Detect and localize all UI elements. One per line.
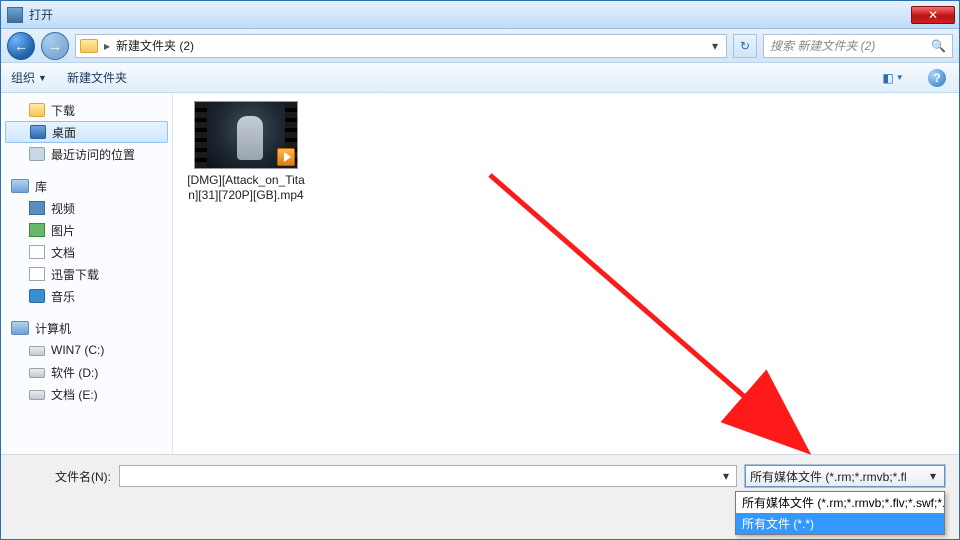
- body: 下载 桌面 最近访问的位置 库 视频 图片: [1, 93, 959, 454]
- breadcrumb-path[interactable]: 新建文件夹 (2): [116, 37, 194, 54]
- sidebar-item-label: 图片: [51, 222, 75, 239]
- new-folder-label: 新建文件夹: [67, 69, 127, 86]
- file-name: [DMG][Attack_on_Titan][31][720P][GB].mp4: [187, 173, 305, 203]
- sidebar-item-label: 桌面: [52, 124, 76, 141]
- forward-button[interactable]: →: [41, 32, 69, 60]
- sidebar-item-label: 软件 (D:): [51, 364, 98, 381]
- sidebar-item-drive-d[interactable]: 软件 (D:): [1, 361, 172, 383]
- organize-label: 组织: [11, 69, 35, 86]
- filename-input[interactable]: ▾: [119, 465, 737, 487]
- sidebar-item-recent[interactable]: 最近访问的位置: [1, 143, 172, 165]
- titlebar[interactable]: 打开 ✕: [1, 1, 959, 29]
- search-placeholder: 搜索 新建文件夹 (2): [770, 37, 875, 54]
- sidebar-item-label: 文档: [51, 244, 75, 261]
- sidebar-item-label: 最近访问的位置: [51, 146, 135, 163]
- sidebar: 下载 桌面 最近访问的位置 库 视频 图片: [1, 93, 173, 454]
- filetype-dropdown[interactable]: 所有媒体文件 (*.rm;*.rmvb;*.flv;*.swf;*. 所有文件 …: [735, 491, 945, 535]
- pictures-icon: [29, 223, 45, 237]
- window-title: 打开: [29, 6, 53, 23]
- video-thumbnail: [194, 101, 298, 169]
- sidebar-item-downloads[interactable]: 下载: [1, 99, 172, 121]
- sidebar-item-label: 计算机: [35, 320, 71, 337]
- libraries-icon: [11, 179, 29, 193]
- computer-icon: [11, 321, 29, 335]
- sidebar-item-music[interactable]: 音乐: [1, 285, 172, 307]
- chevron-down-icon: ▾: [926, 469, 940, 483]
- recent-icon: [29, 147, 45, 161]
- sidebar-item-xunlei[interactable]: 迅雷下载: [1, 263, 172, 285]
- filetype-option[interactable]: 所有媒体文件 (*.rm;*.rmvb;*.flv;*.swf;*.: [736, 492, 944, 513]
- video-icon: [29, 201, 45, 215]
- app-icon: [7, 7, 23, 23]
- filetype-option[interactable]: 所有文件 (*.*): [736, 513, 944, 534]
- view-icon: ◧: [882, 71, 893, 85]
- sidebar-item-drive-e[interactable]: 文档 (E:): [1, 383, 172, 405]
- sidebar-group-computer[interactable]: 计算机: [1, 317, 172, 339]
- sidebar-item-label: 音乐: [51, 288, 75, 305]
- file-item[interactable]: [DMG][Attack_on_Titan][31][720P][GB].mp4: [187, 101, 305, 203]
- chevron-down-icon: ▼: [896, 73, 904, 82]
- sidebar-item-documents[interactable]: 文档: [1, 241, 172, 263]
- sidebar-item-desktop[interactable]: 桌面: [5, 121, 168, 143]
- file-view[interactable]: [DMG][Attack_on_Titan][31][720P][GB].mp4: [173, 93, 959, 454]
- help-icon: ?: [928, 69, 946, 87]
- filetype-selected-label: 所有媒体文件 (*.rm;*.rmvb;*.fl: [750, 468, 926, 485]
- refresh-icon: ↻: [740, 39, 750, 53]
- sidebar-item-label: WIN7 (C:): [51, 343, 104, 357]
- downloads-icon: [29, 103, 45, 117]
- music-icon: [29, 289, 45, 303]
- breadcrumb-sep-icon: ▸: [104, 39, 110, 53]
- close-button[interactable]: ✕: [911, 6, 955, 24]
- close-icon: ✕: [928, 8, 938, 22]
- sidebar-item-drive-c[interactable]: WIN7 (C:): [1, 339, 172, 361]
- filename-dropdown-icon[interactable]: ▾: [718, 468, 734, 484]
- drive-icon: [29, 368, 45, 378]
- sidebar-group-libraries[interactable]: 库: [1, 175, 172, 197]
- open-dialog: 打开 ✕ ← → ▸ 新建文件夹 (2) ▾ ↻ 搜索 新建文件夹 (2) 🔍: [0, 0, 960, 540]
- chevron-down-icon: ▼: [38, 73, 47, 83]
- folder-icon: [80, 39, 98, 53]
- back-button[interactable]: ←: [7, 32, 35, 60]
- drive-icon: [29, 390, 45, 400]
- xunlei-icon: [29, 267, 45, 281]
- filetype-select[interactable]: 所有媒体文件 (*.rm;*.rmvb;*.fl ▾: [745, 465, 945, 487]
- search-icon: 🔍: [931, 39, 946, 53]
- organize-menu[interactable]: 组织 ▼: [11, 69, 47, 86]
- navbar: ← → ▸ 新建文件夹 (2) ▾ ↻ 搜索 新建文件夹 (2) 🔍: [1, 29, 959, 63]
- view-mode-button[interactable]: ◧ ▼: [881, 67, 905, 89]
- new-folder-button[interactable]: 新建文件夹: [67, 69, 127, 86]
- sidebar-item-label: 迅雷下载: [51, 266, 99, 283]
- arrow-left-icon: ←: [14, 39, 28, 53]
- toolbar: 组织 ▼ 新建文件夹 ◧ ▼ ?: [1, 63, 959, 93]
- arrow-right-icon: →: [48, 39, 62, 53]
- sidebar-item-videos[interactable]: 视频: [1, 197, 172, 219]
- filename-label: 文件名(N):: [15, 468, 111, 485]
- sidebar-item-label: 文档 (E:): [51, 386, 98, 403]
- search-input[interactable]: 搜索 新建文件夹 (2) 🔍: [763, 34, 953, 58]
- help-button[interactable]: ?: [925, 67, 949, 89]
- drive-icon: [29, 346, 45, 356]
- desktop-icon: [30, 125, 46, 139]
- play-overlay-icon: [277, 148, 295, 166]
- sidebar-item-label: 库: [35, 178, 47, 195]
- footer: 文件名(N): ▾ 所有媒体文件 (*.rm;*.rmvb;*.fl ▾ 所有媒…: [1, 454, 959, 539]
- sidebar-item-label: 下载: [51, 102, 75, 119]
- documents-icon: [29, 245, 45, 259]
- address-bar[interactable]: ▸ 新建文件夹 (2) ▾: [75, 34, 727, 58]
- refresh-button[interactable]: ↻: [733, 34, 757, 58]
- address-dropdown-icon[interactable]: ▾: [708, 39, 722, 53]
- sidebar-item-label: 视频: [51, 200, 75, 217]
- sidebar-item-pictures[interactable]: 图片: [1, 219, 172, 241]
